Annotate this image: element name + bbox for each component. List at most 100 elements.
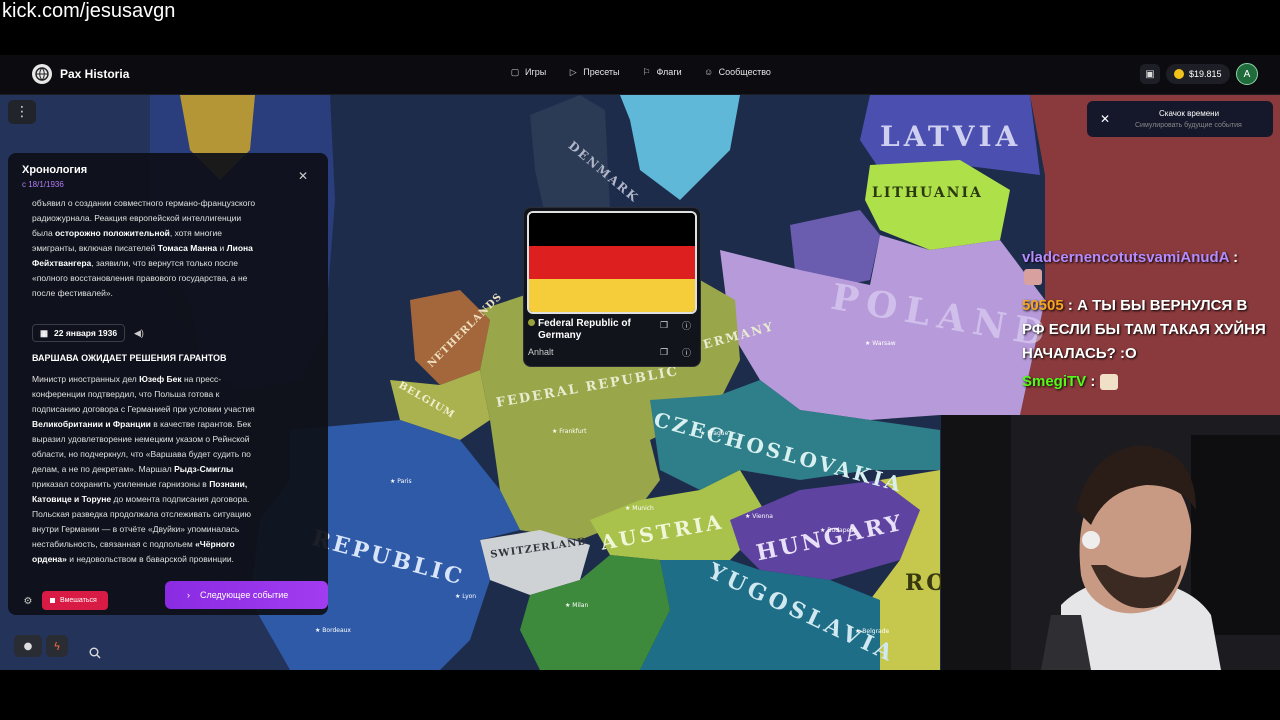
country-flag	[527, 211, 697, 314]
timeline-close-button[interactable]: ✕	[298, 169, 308, 183]
toast-title: Скачок времени	[1159, 109, 1220, 118]
balance-pill[interactable]: $19.815	[1166, 64, 1230, 84]
nav-links: ▢ Игры ▷ Пресеты ⚐ Флаги ☺ Сообщество	[510, 66, 771, 78]
chat-text-line: РФ ЕСЛИ БЫ ТАМ ТАКАЯ ХУЙНЯ	[1022, 321, 1266, 338]
chat-username: 50505	[1022, 297, 1064, 314]
region-denmark[interactable]	[530, 95, 610, 215]
intervene-label: Вмешаться	[60, 597, 97, 604]
nav-games[interactable]: ▢ Игры	[510, 66, 547, 78]
text-line: «полного восстановления правового госуда…	[32, 273, 248, 283]
user-avatar[interactable]: A	[1236, 63, 1258, 85]
event-date: 22 января 1936	[54, 328, 118, 338]
intervene-button[interactable]: Вмешаться	[42, 591, 108, 610]
nav-community[interactable]: ☺ Сообщество	[704, 67, 771, 77]
chat-button[interactable]: ●	[14, 635, 42, 657]
nav-flags[interactable]: ⚐ Флаги	[642, 66, 682, 78]
globe-logo-icon	[32, 64, 52, 84]
next-event-button[interactable]: › Следующее событие	[165, 581, 328, 609]
flag-stripe-black	[529, 213, 695, 246]
text-line: нестабильность, связанная с подпольем «Ч…	[32, 539, 235, 549]
region-copy-icon[interactable]: ❐	[660, 347, 668, 358]
chat-message: 50505 : А ТЫ БЫ ВЕРНУЛСЯ В	[1022, 297, 1248, 314]
gift-button[interactable]: ▣	[1140, 64, 1160, 84]
text-line: конференции подтвердил, что Польша готов…	[32, 389, 220, 399]
brand[interactable]: Pax Historia	[32, 64, 129, 84]
map-search-button[interactable]	[86, 644, 104, 662]
toast-subtitle: Симулировать будущие события	[1135, 122, 1242, 129]
toast-close-button[interactable]: ✕	[1095, 109, 1115, 129]
stop-icon	[50, 598, 55, 603]
text-line: была осторожно положительной, хотя многи…	[32, 228, 222, 238]
text-line: ордена» и недовольством в баварской пров…	[32, 554, 234, 564]
timeline-title: Хронология	[22, 164, 88, 176]
time-jump-toast[interactable]: ✕ Скачок времени Симулировать будущие со…	[1087, 101, 1273, 137]
webcam-image	[941, 415, 1280, 670]
text-line: Польская разведка продолжала отслеживать…	[32, 509, 251, 519]
flag-stripe-gold	[529, 278, 695, 312]
actions-button[interactable]: ϟ	[46, 635, 68, 657]
text-line: радиожурнала. Реакция европейской интелл…	[32, 213, 242, 223]
country-card: Federal Republic of Germany ❐ ⓘ Anhalt ❐…	[523, 207, 701, 367]
stream-chat-overlay: vladcernencotutsvamiAnudA : 50505 : А ТЫ…	[1018, 245, 1280, 415]
text-line: приказал сохранить усиленные гарнизоны в…	[32, 479, 248, 489]
text-line: делам, а не по декретам». Маршал Рыдз-См…	[32, 464, 234, 474]
calendar-icon: ▦	[40, 327, 49, 338]
text-line: объявил о создании совместного германо-ф…	[32, 198, 256, 208]
nav-presets-label: Пресеты	[583, 67, 620, 77]
lightning-icon: ϟ	[53, 639, 61, 653]
brand-name: Pax Historia	[60, 67, 130, 81]
text-line: выразил удовлетворение немецким указом о…	[32, 434, 250, 444]
screen: kick.com/jesusavgn LATVIA LITHUANIA DENM…	[0, 0, 1280, 720]
balance-value: $19.815	[1189, 69, 1222, 79]
text-line: Великобритании и Франции в качестве гара…	[32, 419, 251, 429]
settings-button[interactable]: ⚙	[20, 593, 36, 609]
copy-icon[interactable]: ❐	[660, 320, 668, 331]
emote-icon	[1024, 269, 1042, 285]
top-navbar: Pax Historia ▢ Игры ▷ Пресеты ⚐ Флаги ☺ …	[0, 55, 1280, 95]
nav-flags-label: Флаги	[656, 67, 682, 77]
nav-games-label: Игры	[525, 67, 547, 77]
chat-message: SmegiTV :	[1022, 373, 1118, 391]
kebab-menu-icon: ⋮	[15, 104, 29, 120]
info-icon[interactable]: ⓘ	[682, 319, 691, 332]
nav-presets[interactable]: ▷ Пресеты	[568, 66, 620, 78]
text-line: Министр иностранных дел Юзеф Бек на прес…	[32, 374, 222, 384]
gear-icon: ⚙	[23, 595, 33, 607]
text-line: после фестивалей».	[32, 288, 113, 298]
people-icon: ☺	[704, 67, 714, 77]
text-line: внутри Германии — в отчёте «Двуйки» упом…	[32, 524, 240, 534]
chat-username: SmegiTV	[1022, 373, 1087, 390]
gift-icon: ▣	[1145, 68, 1155, 80]
speaker-icon[interactable]: ◀)	[134, 328, 144, 339]
webcam-feed	[941, 415, 1280, 670]
timeline-since: с 18/1/1936	[22, 180, 64, 189]
text-line: Фейхтвангера, заявили, что вернутся толь…	[32, 258, 238, 268]
search-icon	[89, 647, 101, 659]
timeline-panel: Хронология с 18/1/1936 ✕ объявил о созда…	[8, 153, 328, 615]
timeline-prev-paragraph: объявил о создании совместного германо-ф…	[32, 196, 300, 301]
text-line: области, но подчеркнул, что «Варшава буд…	[32, 449, 251, 459]
play-icon: ▷	[569, 66, 577, 77]
text-line: эмигранты, включая писателей Томаса Манн…	[32, 243, 253, 253]
flag-stripe-red	[529, 245, 695, 279]
chevron-right-icon: ›	[187, 590, 190, 600]
coin-icon	[1174, 69, 1184, 79]
text-line: подписанию договора с Германией при усло…	[32, 404, 255, 414]
menu-button[interactable]: ⋮	[8, 100, 36, 124]
event-headline: ВАРШАВА ОЖИДАЕТ РЕШЕНИЯ ГАРАНТОВ	[32, 353, 227, 363]
emote-icon	[1099, 374, 1118, 391]
next-event-label: Следующее событие	[200, 590, 289, 600]
text-line: Катовице и Торуне до момента подписания …	[32, 494, 250, 504]
country-status-dot	[528, 319, 535, 326]
event-body: Министр иностранных дел Юзеф Бек на прес…	[32, 372, 300, 567]
stream-bottom-bar	[0, 670, 1280, 720]
flag-icon: ⚐	[642, 66, 651, 77]
region-info-icon[interactable]: ⓘ	[682, 346, 691, 359]
chat-bubble-icon: ●	[23, 640, 33, 652]
chat-text-line: НАЧАЛАСЬ? :O	[1022, 345, 1137, 362]
gamepad-icon: ▢	[510, 66, 520, 77]
region-name: Anhalt	[528, 347, 554, 357]
chat-username: vladcernencotutsvamiAnudA	[1022, 249, 1229, 266]
chat-message: vladcernencotutsvamiAnudA :	[1022, 249, 1239, 266]
stream-watermark: kick.com/jesusavgn	[2, 0, 176, 22]
